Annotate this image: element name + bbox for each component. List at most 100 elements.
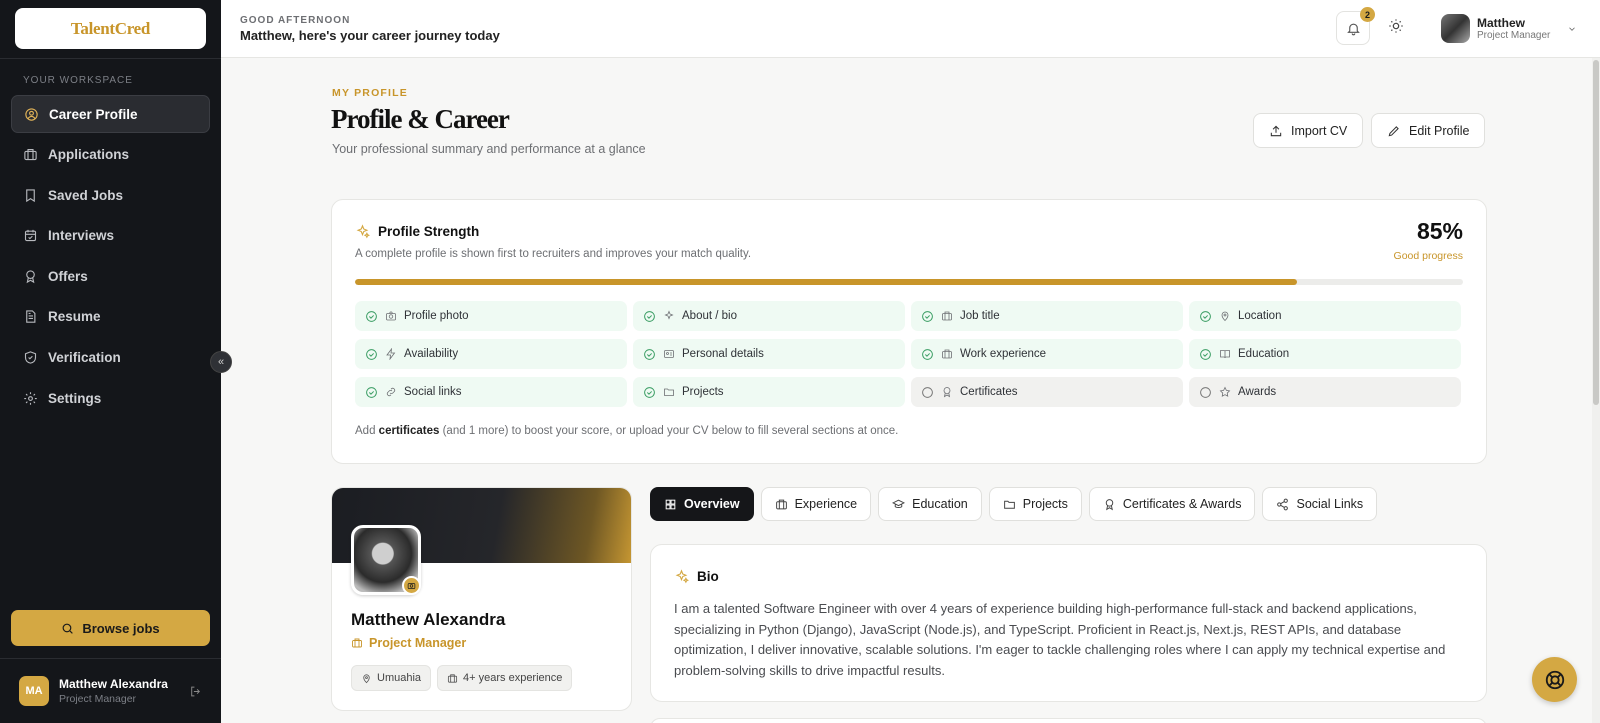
profile-tabs: Overview Experience Education Projects C…: [650, 487, 1378, 521]
camera-icon: [407, 583, 416, 589]
checklist-item-projects[interactable]: Projects: [633, 377, 905, 407]
sidebar-user-role: Project Manager: [59, 693, 137, 705]
grid-icon: [665, 499, 676, 509]
tab-overview[interactable]: Overview: [650, 487, 754, 521]
graduation-cap-icon: [892, 499, 906, 508]
tab-label: Projects: [1022, 497, 1068, 511]
checklist-item-education[interactable]: Education: [1189, 339, 1461, 369]
sidebar-item-verification[interactable]: Verification: [11, 339, 210, 377]
experience-tag: 4+ years experience: [437, 665, 573, 691]
user-circle-icon: [25, 107, 38, 121]
chevron-down-icon: [1569, 26, 1576, 31]
page-eyebrow: MY PROFILE: [332, 87, 408, 99]
profile-strength-card: Profile Strength A complete profile is s…: [331, 199, 1487, 464]
sidebar-item-career-profile[interactable]: Career Profile: [11, 95, 210, 133]
hint-highlight: certificates: [378, 425, 440, 437]
sidebar-item-label: Career Profile: [49, 106, 138, 122]
sidebar-item-label: Resume: [48, 309, 101, 325]
sidebar-item-resume[interactable]: Resume: [11, 298, 210, 336]
theme-toggle-button[interactable]: [1388, 18, 1408, 38]
profile-checklist: Profile photo About / bio Job title Loca…: [355, 301, 1464, 407]
top-header: GOOD AFTERNOON Matthew, here's your care…: [221, 0, 1600, 58]
notifications-button[interactable]: 2: [1336, 7, 1375, 45]
logout-icon[interactable]: [189, 685, 202, 698]
checklist-item-label: Work experience: [960, 348, 1047, 360]
import-cv-label: Import CV: [1291, 123, 1348, 138]
checklist-item-label: Availability: [404, 348, 459, 360]
sidebar-item-settings[interactable]: Settings: [11, 379, 210, 417]
tab-education[interactable]: Education: [878, 487, 982, 521]
user-menu[interactable]: Matthew Project Manager: [1441, 14, 1577, 43]
edit-profile-button[interactable]: Edit Profile: [1371, 113, 1486, 148]
checklist-item-work-experience[interactable]: Work experience: [911, 339, 1183, 369]
edit-profile-label: Edit Profile: [1409, 123, 1470, 138]
location-text: Umuahia: [377, 672, 422, 684]
help-icon: [1545, 670, 1564, 689]
checklist-item-profile-photo[interactable]: Profile photo: [355, 301, 627, 331]
profile-role-text: Project Manager: [369, 636, 467, 650]
profile-strength-description: A complete profile is shown first to rec…: [355, 248, 752, 260]
checklist-item-job-title[interactable]: Job title: [911, 301, 1183, 331]
sidebar-item-label: Settings: [48, 390, 102, 406]
bio-card: Bio I am a talented Software Engineer wi…: [650, 544, 1487, 702]
sidebar-user-name: Matthew Alexandra: [59, 677, 168, 691]
sidebar-item-label: Interviews: [48, 228, 115, 244]
checklist-item-about-bio[interactable]: About / bio: [633, 301, 905, 331]
checklist-item-certificates[interactable]: Certificates: [911, 377, 1183, 407]
tab-projects[interactable]: Projects: [988, 487, 1082, 521]
checklist-item-location[interactable]: Location: [1189, 301, 1461, 331]
sparkles-icon: [356, 224, 370, 239]
id-card-icon: [664, 350, 674, 358]
empty-circle-icon: [1200, 386, 1211, 398]
map-pin-icon: [363, 673, 370, 683]
briefcase-icon: [352, 638, 362, 648]
checklist-item-label: Personal details: [682, 348, 764, 360]
browse-jobs-button[interactable]: Browse jobs: [11, 610, 210, 646]
page-subtitle: Your professional summary and performanc…: [332, 142, 646, 156]
hint-prefix: Add: [355, 425, 379, 437]
avatar: MA: [19, 676, 49, 706]
checklist-item-label: Certificates: [960, 386, 1018, 398]
check-circle-icon: [366, 310, 377, 322]
notification-badge: 2: [1360, 7, 1375, 22]
logo[interactable]: TalentCred: [15, 8, 206, 49]
checklist-item-label: Education: [1238, 348, 1290, 360]
briefcase-icon: [775, 499, 787, 509]
link-icon: [386, 387, 396, 397]
tab-experience[interactable]: Experience: [760, 487, 872, 521]
sidebar-user[interactable]: MA Matthew Alexandra Project Manager: [19, 676, 168, 706]
bio-title-text: Bio: [697, 569, 719, 584]
briefcase-icon: [942, 311, 952, 321]
import-cv-button[interactable]: Import CV: [1253, 113, 1364, 148]
bio-title: Bio: [674, 569, 719, 584]
checklist-item-awards[interactable]: Awards: [1189, 377, 1461, 407]
sidebar: TalentCred YOUR WORKSPACE Career Profile…: [0, 0, 221, 723]
sidebar-item-saved-jobs[interactable]: Saved Jobs: [11, 176, 210, 214]
sparkles-icon: [675, 569, 689, 584]
help-button[interactable]: [1532, 657, 1577, 702]
tab-certificates-awards[interactable]: Certificates & Awards: [1088, 487, 1256, 521]
tab-label: Experience: [794, 497, 858, 511]
location-tag: Umuahia: [351, 665, 432, 691]
profile-tags: Umuahia 4+ years experience: [351, 665, 573, 691]
checklist-item-social-links[interactable]: Social links: [355, 377, 627, 407]
page-title: Profile & Career: [331, 104, 510, 134]
sun-icon: [1389, 19, 1403, 33]
checklist-item-label: Job title: [960, 310, 1000, 322]
greeting-eyebrow: GOOD AFTERNOON: [240, 15, 351, 26]
check-circle-icon: [1200, 348, 1211, 360]
sidebar-item-label: Offers: [48, 268, 88, 284]
sidebar-item-applications[interactable]: Applications: [11, 136, 210, 174]
checklist-item-personal-details[interactable]: Personal details: [633, 339, 905, 369]
profile-strength-title: Profile Strength: [355, 224, 479, 239]
check-circle-icon: [644, 310, 655, 322]
collapse-sidebar-button[interactable]: «: [210, 351, 232, 373]
file-text-icon: [26, 310, 36, 324]
scrollbar-thumb[interactable]: [1593, 60, 1599, 405]
sidebar-item-offers[interactable]: Offers: [11, 257, 210, 295]
checklist-item-availability[interactable]: Availability: [355, 339, 627, 369]
profile-strength-title-text: Profile Strength: [378, 224, 480, 239]
sidebar-item-interviews[interactable]: Interviews: [11, 217, 210, 255]
tab-social-links[interactable]: Social Links: [1262, 487, 1378, 521]
change-photo-button[interactable]: [402, 576, 421, 595]
